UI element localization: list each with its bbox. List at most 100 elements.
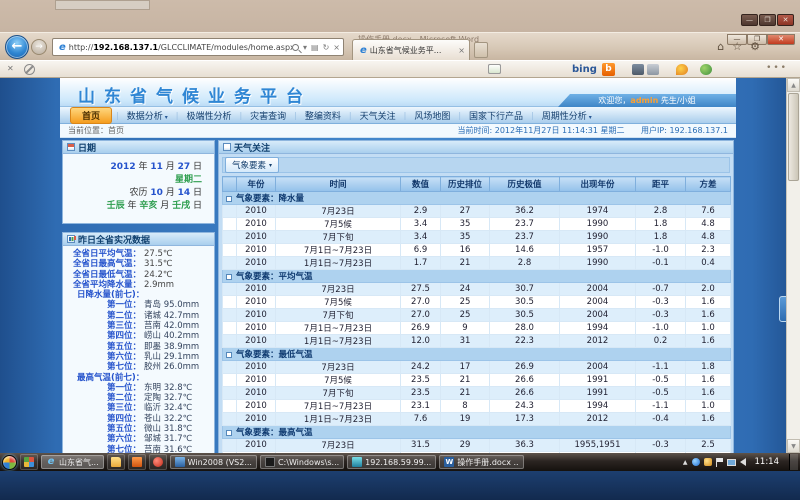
url-text[interactable]: http://192.168.137.1/GLCCLIMATE/modules/… [69, 43, 292, 52]
browser-tab[interactable]: e 山东省气候业务平... × [352, 39, 470, 61]
bird-icon[interactable] [676, 64, 688, 75]
rank-value: 临沂 32.4℃ [144, 403, 192, 413]
action-center-flag-icon[interactable] [716, 458, 723, 467]
group-checkbox[interactable] [226, 196, 232, 202]
close-button[interactable]: ✕ [767, 34, 795, 45]
group-checkbox[interactable] [226, 352, 232, 358]
gallery-icon[interactable] [647, 64, 659, 75]
nav-item-4[interactable]: 灾害查询 [242, 109, 294, 122]
home-icon[interactable]: ⌂ [717, 40, 724, 53]
table-row[interactable]: 20107月5候23.52126.61991-0.51.6 [223, 374, 731, 387]
input-method-icon[interactable] [704, 458, 712, 466]
nav-item-5[interactable]: 整编资料 [297, 109, 349, 122]
taskbar-cmd-button[interactable]: C:\Windows\s... [260, 455, 344, 469]
table-row[interactable]: 20107月23日27.52430.72004-0.72.0 [223, 283, 731, 296]
bing-app-icon[interactable]: b [602, 63, 615, 76]
table-row[interactable]: 20107月下旬3.43523.719901.84.8 [223, 231, 731, 244]
row-checkbox-cell [223, 400, 237, 413]
table-row[interactable]: 20107月下旬27.02530.52004-0.31.6 [223, 309, 731, 322]
table-row[interactable]: 20101月1日~7月23日12.03122.320120.21.6 [223, 335, 731, 348]
show-desktop-button[interactable] [789, 454, 798, 470]
taskbar-ie-button[interactable]: e山东省气... [41, 455, 104, 469]
group-header-row[interactable]: 气象要素：最低气温 [223, 348, 731, 361]
nav-item-8[interactable]: 国家下行产品 [461, 109, 531, 122]
table-row[interactable]: 20107月5候27.02530.52004-0.31.6 [223, 296, 731, 309]
back-button[interactable]: ← [5, 35, 29, 59]
table-row[interactable]: 20107月1日~7月23日23.1824.31994-1.11.0 [223, 400, 731, 413]
clock[interactable]: 11:14 [755, 457, 780, 467]
nav-item-7[interactable]: 风场地图 [406, 109, 458, 122]
chevron-down-icon[interactable]: ▾ [303, 43, 307, 52]
cell: 7月1日~7月23日 [276, 322, 401, 335]
group-header-row[interactable]: 气象要素：平均气温 [223, 270, 731, 283]
cell: 29 [441, 439, 490, 452]
page-scrollbar[interactable]: ▲ ▼ [786, 78, 800, 453]
table-row[interactable]: 20101月1日~7月23日7.61917.32012-0.41.6 [223, 413, 731, 426]
table-row[interactable]: 20107月23日24.21726.92004-1.11.8 [223, 361, 731, 374]
camera-icon[interactable] [632, 64, 644, 75]
taskbar-vm-button[interactable]: Win2008 (VS2... [170, 455, 257, 469]
bing-logo[interactable]: bing [572, 64, 597, 75]
group-checkbox[interactable] [226, 274, 232, 280]
table-row[interactable]: 20107月23日2.92736.219742.87.6 [223, 205, 731, 218]
cell: 2012 [560, 413, 636, 426]
search-icon[interactable] [292, 44, 299, 51]
pinned-orange-app-icon[interactable] [128, 454, 146, 470]
nav-item-1[interactable]: 首页 [70, 107, 112, 124]
address-bar[interactable]: e http://192.168.137.1/GLCCLIMATE/module… [52, 38, 344, 56]
nav-item-3[interactable]: 极端性分析 [178, 109, 239, 122]
row-checkbox-cell [223, 374, 237, 387]
show-hidden-icons-icon[interactable]: ▲ [683, 459, 688, 466]
scroll-up-icon[interactable]: ▲ [787, 78, 800, 92]
scrollbar-thumb[interactable] [788, 93, 799, 181]
more-options-icon[interactable]: ••• [766, 63, 788, 73]
compatibility-icon[interactable]: ▤ [311, 43, 319, 52]
explorer-icon[interactable] [107, 454, 125, 470]
row-checkbox-cell [223, 296, 237, 309]
group-header-row[interactable]: 气象要素：最高气温 [223, 426, 731, 439]
volume-icon[interactable] [740, 458, 746, 466]
table-row[interactable]: 20101月1日~7月23日1.7212.81990-0.10.4 [223, 257, 731, 270]
stop-icon[interactable]: × [333, 43, 340, 52]
nav-item-2[interactable]: 数据分析▾ [119, 109, 176, 122]
start-button[interactable] [2, 455, 17, 470]
table-row[interactable]: 20107月下旬23.52126.61991-0.51.6 [223, 387, 731, 400]
remote-icon [352, 457, 362, 467]
minimize-button[interactable]: — [741, 14, 758, 26]
group-header-row[interactable]: 气象要素：降水量 [223, 192, 731, 205]
favorites-star-icon[interactable]: ☆ [732, 40, 742, 53]
rank-section-title: 日降水量(前七)： [63, 290, 214, 300]
pinned-red-app-icon[interactable] [149, 454, 167, 470]
translate-icon[interactable] [700, 64, 712, 75]
maximize-button[interactable]: ❐ [759, 14, 776, 26]
table-row[interactable]: 20107月5候3.43523.719901.84.8 [223, 218, 731, 231]
pinned-app-icon[interactable] [20, 454, 38, 470]
group-header-cell: 气象要素：最低气温 [223, 348, 731, 361]
close-button[interactable]: ✕ [777, 14, 794, 26]
forward-button[interactable]: → [31, 39, 47, 55]
table-row[interactable]: 20107月1日~7月23日26.9928.01994-1.01.0 [223, 322, 731, 335]
table-row[interactable]: 20107月23日31.52936.31955,1951-0.32.5 [223, 439, 731, 452]
cell: 27.0 [401, 296, 441, 309]
group-checkbox[interactable] [226, 430, 232, 436]
cell: 2010 [237, 296, 276, 309]
nav-item-6[interactable]: 天气关注 [352, 109, 404, 122]
taskbar-word-button[interactable]: W操作手册.docx .. [439, 455, 523, 469]
scroll-down-icon[interactable]: ▼ [787, 439, 800, 453]
taskbar-remote-button[interactable]: 192.168.59.99... [347, 455, 436, 469]
element-dropdown-button[interactable]: 气象要素▾ [225, 157, 279, 173]
toolbar-close-icon[interactable]: ✕ [7, 64, 14, 73]
bing-toolbar: ✕ bing b ••• [0, 60, 800, 78]
cell: 8 [441, 400, 490, 413]
settings-gear-icon[interactable]: ⚙ [750, 40, 760, 53]
refresh-icon[interactable]: ↻ [323, 43, 330, 52]
new-tab-button[interactable] [474, 42, 488, 58]
network-icon[interactable] [727, 459, 736, 466]
tab-close-icon[interactable]: × [458, 46, 465, 55]
nav-item-9[interactable]: 周期性分析▾ [534, 109, 600, 122]
cell: 23.7 [490, 231, 560, 244]
tray-app-icon[interactable] [692, 458, 700, 466]
toolbar-card-icon[interactable] [488, 64, 501, 74]
stat-value: 31.5℃ [144, 259, 172, 269]
table-row[interactable]: 20107月1日~7月23日6.91614.61957-1.02.3 [223, 244, 731, 257]
